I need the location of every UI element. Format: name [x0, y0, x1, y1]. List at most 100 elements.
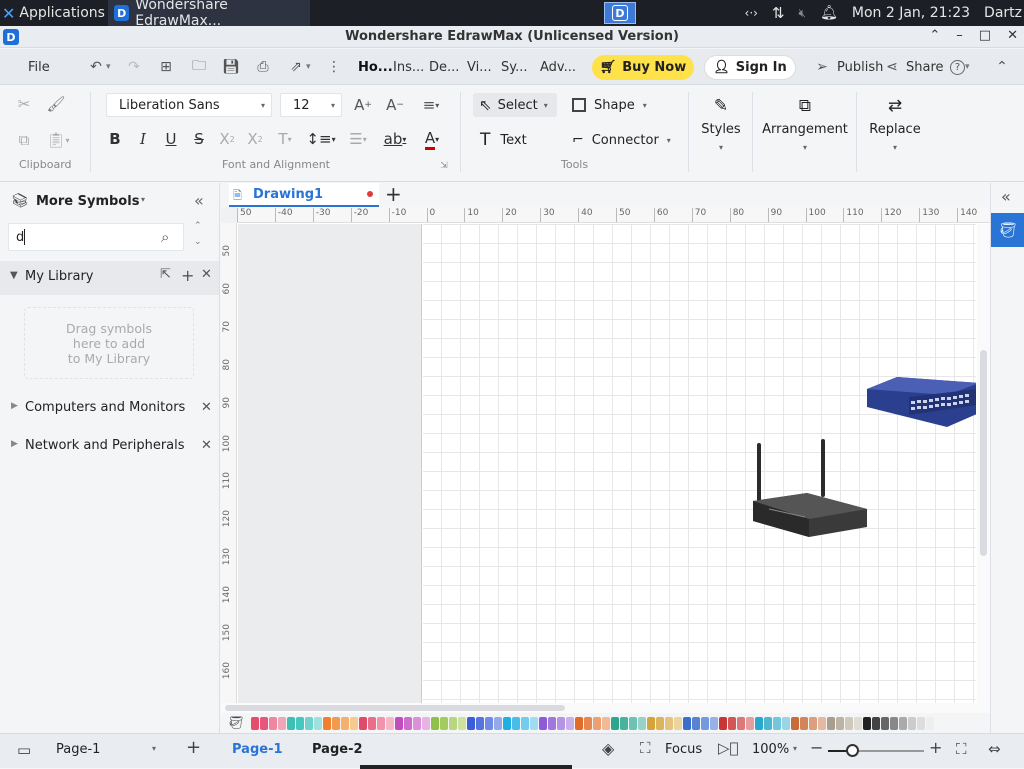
category-computers-and-monitors[interactable]: ▶ Computers and Monitors ✕ [0, 395, 219, 421]
minimize-window-icon[interactable]: – [956, 28, 963, 43]
connector-tool-button[interactable]: ⌐ Connector ▾ [572, 128, 676, 152]
play-presentation-icon[interactable]: ▷⃝ [718, 739, 739, 757]
fill-bucket-icon[interactable]: 🪣︎ [221, 716, 251, 731]
color-swatch[interactable] [314, 716, 322, 730]
symbol-search-box[interactable]: d ⌕ [8, 223, 184, 251]
color-swatch[interactable] [278, 716, 286, 730]
color-swatch[interactable] [674, 716, 682, 730]
maximize-window-icon[interactable]: □ [979, 28, 991, 43]
color-swatch[interactable] [296, 716, 304, 730]
color-swatch[interactable] [773, 716, 781, 730]
line-spacing-icon[interactable]: ↕≡ ▾ [306, 128, 336, 150]
open-folder-icon[interactable]: 🗀︎ [189, 49, 209, 85]
color-swatch[interactable] [260, 716, 268, 730]
add-page-icon[interactable]: + [186, 737, 201, 758]
color-swatch[interactable] [827, 716, 835, 730]
fit-page-icon[interactable]: ⛶ [956, 740, 967, 758]
my-library-header[interactable]: ▼ My Library ⇱ + ✕ [0, 261, 219, 295]
color-swatch[interactable] [917, 716, 925, 730]
drawing-page-grid[interactable] [423, 224, 976, 703]
zoom-level[interactable]: 100% [752, 742, 789, 757]
import-icon[interactable]: ⇱ [160, 267, 171, 282]
styles-button[interactable]: ✎ Styles ▾ [698, 96, 744, 168]
fill-style-panel-button[interactable]: 🪣︎ [991, 213, 1024, 247]
clock[interactable]: Mon 2 Jan, 21:23 [852, 5, 970, 21]
color-swatch[interactable] [539, 716, 547, 730]
wireless-router-shape[interactable] [749, 439, 873, 539]
page-tab-2[interactable]: Page-2 [312, 742, 363, 757]
color-swatch[interactable] [305, 716, 313, 730]
replace-button[interactable]: ⇄ Replace ▾ [866, 96, 924, 168]
add-icon[interactable]: + [181, 266, 194, 285]
color-swatch[interactable] [521, 716, 529, 730]
color-swatch[interactable] [287, 716, 295, 730]
color-swatch[interactable] [575, 716, 583, 730]
zoom-slider-thumb[interactable] [846, 744, 859, 757]
color-swatch[interactable] [908, 716, 916, 730]
paste-icon[interactable]: 📋︎ ▾ [46, 130, 70, 150]
color-swatch[interactable] [638, 716, 646, 730]
export-icon[interactable]: ⇗ ▾ [286, 49, 310, 85]
user-name[interactable]: Dartz [984, 5, 1022, 21]
decrease-font-icon[interactable]: A − [384, 94, 406, 116]
color-swatch[interactable] [800, 716, 808, 730]
copy-icon[interactable]: ⧉ [14, 130, 34, 150]
color-swatch[interactable] [692, 716, 700, 730]
color-swatch[interactable] [656, 716, 664, 730]
library-drop-zone[interactable]: Drag symbols here to add to My Library [24, 307, 194, 379]
bullet-list-icon[interactable]: ☰ ▾ [344, 128, 372, 150]
color-swatch[interactable] [485, 716, 493, 730]
color-swatch[interactable] [764, 716, 772, 730]
color-swatch[interactable] [746, 716, 754, 730]
more-icon[interactable]: ⋮ [324, 49, 344, 85]
horizontal-scrollbar[interactable] [221, 703, 990, 713]
color-swatch[interactable] [719, 716, 727, 730]
subscript-icon[interactable]: X2 [244, 128, 266, 150]
align-icon[interactable]: ≡ ▾ [416, 94, 446, 116]
color-swatch[interactable] [881, 716, 889, 730]
focus-icon[interactable]: ⛶ [640, 739, 651, 757]
tab-view[interactable]: Vi... [467, 49, 492, 85]
shape-tool-button[interactable]: Shape ▾ [572, 93, 656, 117]
color-swatch[interactable] [701, 716, 709, 730]
color-swatch[interactable] [737, 716, 745, 730]
color-swatch[interactable] [710, 716, 718, 730]
strikethrough-icon[interactable]: S [188, 128, 210, 150]
collapse-ribbon-icon[interactable]: ⌃ [992, 49, 1012, 85]
close-icon[interactable]: ✕ [201, 267, 212, 282]
color-swatch[interactable] [899, 716, 907, 730]
file-menu[interactable]: File [28, 49, 50, 85]
color-swatch[interactable] [683, 716, 691, 730]
buy-now-button[interactable]: 🛒︎ Buy Now [592, 55, 694, 80]
expand-panel-icon[interactable]: « [1001, 187, 1011, 206]
color-swatch[interactable] [404, 716, 412, 730]
format-painter-icon[interactable]: 🖌︎ [46, 94, 66, 114]
arrangement-button[interactable]: ⧉ Arrangement ▾ [762, 96, 848, 168]
applications-menu[interactable]: ✕ Applications [0, 0, 105, 26]
color-swatch[interactable] [251, 716, 259, 730]
color-swatch[interactable] [584, 716, 592, 730]
color-swatch[interactable] [854, 716, 862, 730]
tab-home[interactable]: Ho... [358, 49, 393, 85]
print-icon[interactable]: ⎙ [253, 49, 273, 85]
close-icon[interactable]: ✕ [201, 400, 212, 415]
highlight-color-icon[interactable]: ab ▾ [380, 128, 410, 150]
color-swatch[interactable] [449, 716, 457, 730]
close-window-icon[interactable]: ✕ [1007, 28, 1018, 43]
color-swatch[interactable] [755, 716, 763, 730]
undo-icon[interactable]: ↶ ▾ [86, 49, 110, 85]
underline-icon[interactable]: U [160, 128, 182, 150]
network-icon[interactable]: ‹·› [745, 6, 758, 20]
save-icon[interactable]: 💾︎ [221, 49, 241, 85]
color-swatch[interactable] [368, 716, 376, 730]
add-document-icon[interactable]: + [385, 182, 402, 206]
color-swatch[interactable] [359, 716, 367, 730]
category-network-and-peripherals[interactable]: ▶ Network and Peripherals ✕ [0, 433, 219, 459]
text-case-icon[interactable]: T ▾ [272, 128, 298, 150]
page-tab-1[interactable]: Page-1 [232, 742, 283, 757]
color-swatch[interactable] [647, 716, 655, 730]
color-swatch[interactable] [377, 716, 385, 730]
font-size-select[interactable]: 12 ▾ [280, 93, 342, 117]
color-swatch[interactable] [512, 716, 520, 730]
color-swatch[interactable] [530, 716, 538, 730]
